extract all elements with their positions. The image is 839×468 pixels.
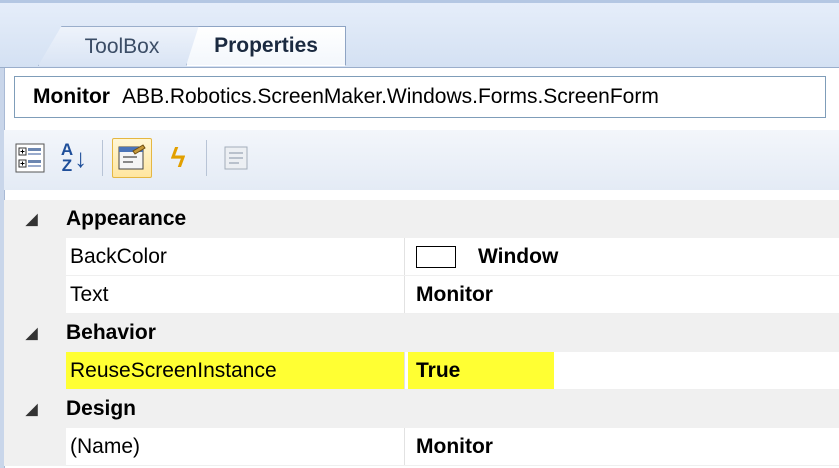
column-divider: [404, 428, 405, 466]
events-button[interactable]: ϟ: [158, 138, 198, 178]
column-divider: [404, 352, 405, 390]
property-name: (Name): [70, 435, 141, 458]
object-selector[interactable]: Monitor ABB.Robotics.ScreenMaker.Windows…: [14, 76, 826, 118]
row-gutter: [4, 352, 66, 390]
property-name: Text: [70, 283, 109, 306]
tab-toolbox[interactable]: ToolBox: [38, 26, 206, 66]
category-row-appearance[interactable]: ◢ Appearance: [4, 200, 839, 238]
row-gutter: [4, 238, 66, 276]
collapse-triangle-icon[interactable]: ◢: [26, 200, 48, 238]
events-icon: ϟ: [170, 142, 186, 173]
property-value[interactable]: Monitor: [408, 428, 839, 466]
tab-properties[interactable]: Properties: [186, 26, 346, 66]
categorized-icon: [15, 143, 45, 173]
alphabetical-button[interactable]: A Z ↓: [54, 138, 94, 178]
property-value[interactable]: Window: [408, 238, 839, 276]
toolbar-separator: [102, 140, 103, 176]
tab-strip: ToolBox Properties: [0, 0, 839, 68]
category-row-design[interactable]: ◢ Design: [4, 390, 839, 428]
column-divider: [404, 238, 405, 276]
tab-strip-top-border: [0, 0, 839, 3]
property-row-name[interactable]: (Name) Monitor: [4, 428, 839, 466]
categorized-button[interactable]: [10, 138, 50, 178]
property-value-text: True: [408, 352, 554, 390]
property-name: BackColor: [70, 245, 167, 268]
row-divider: [66, 465, 839, 466]
category-row-behavior[interactable]: ◢ Behavior: [4, 314, 839, 352]
category-label: Behavior: [66, 321, 156, 344]
property-row-backcolor[interactable]: BackColor Window: [4, 238, 839, 276]
property-name: ReuseScreenInstance: [66, 352, 404, 390]
properties-button[interactable]: [112, 138, 152, 178]
selected-object-name: Monitor: [33, 85, 110, 108]
column-divider: [404, 276, 405, 314]
toolbar-separator: [206, 140, 207, 176]
property-value[interactable]: Monitor: [408, 276, 839, 314]
collapse-triangle-icon[interactable]: ◢: [26, 314, 48, 352]
alphabetical-icon: A Z ↓: [60, 140, 88, 175]
property-value-text: Window: [478, 245, 559, 268]
selected-object-type: ABB.Robotics.ScreenMaker.Windows.Forms.S…: [121, 85, 659, 108]
properties-icon: [118, 144, 146, 170]
property-pages-button[interactable]: [216, 138, 256, 178]
row-gutter: [4, 276, 66, 314]
category-label: Design: [66, 397, 137, 420]
property-toolbar: A Z ↓ ϟ: [4, 130, 839, 190]
property-pages-icon: [224, 146, 248, 170]
color-swatch: [416, 246, 456, 268]
row-gutter: [4, 428, 66, 466]
category-label: Appearance: [66, 207, 187, 230]
property-row-reusescreeninstance[interactable]: ReuseScreenInstance True: [4, 352, 839, 390]
property-value[interactable]: True: [408, 352, 839, 390]
collapse-triangle-icon[interactable]: ◢: [26, 390, 48, 428]
property-row-text[interactable]: Text Monitor: [4, 276, 839, 314]
property-grid: ◢ Appearance BackColor Window Text Monit…: [4, 200, 839, 466]
